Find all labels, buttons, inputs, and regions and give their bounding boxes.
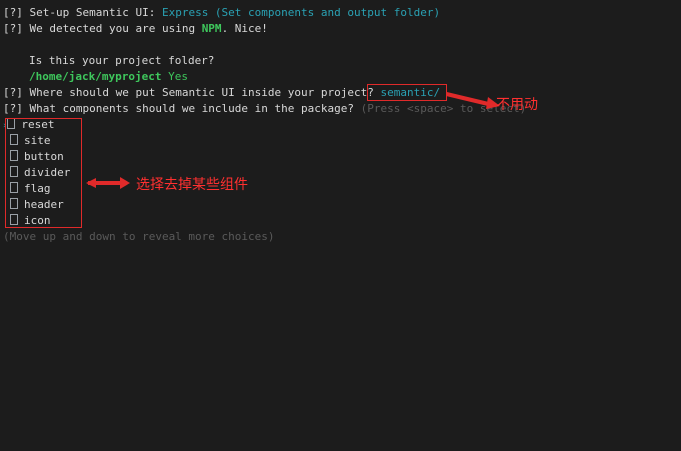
arrow-icon <box>86 177 130 189</box>
arrow-icon <box>446 92 500 109</box>
annotation-arrows <box>86 92 500 189</box>
annotation-no-change: 不用动 <box>496 97 538 113</box>
annotation-deselect: 选择去掉某些组件 <box>136 177 248 193</box>
terminal-window: [?] Set-up Semantic UI: Express (Set com… <box>0 0 681 451</box>
